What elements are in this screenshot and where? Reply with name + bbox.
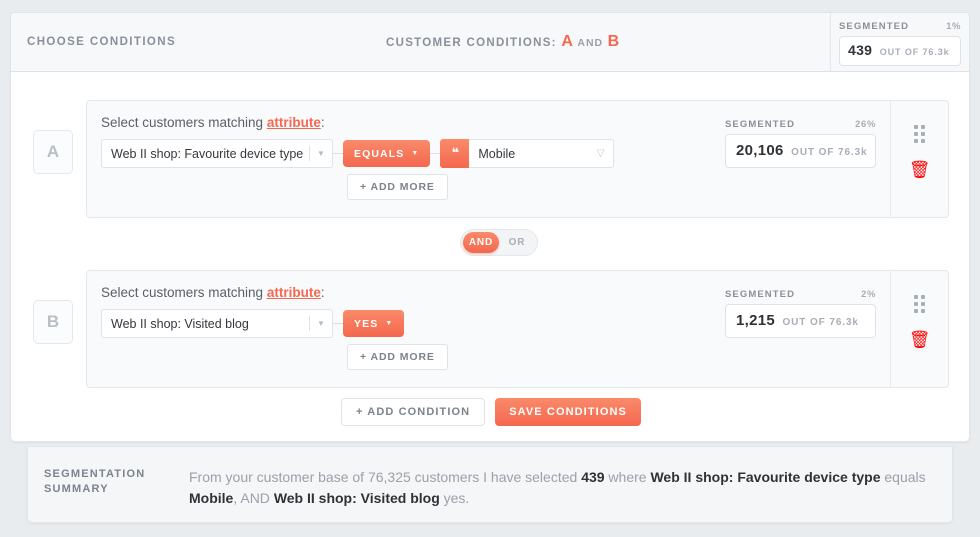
header-segmented-percent: 1% [946,21,961,32]
condition-b-segmented-count: 1,215 [736,312,776,329]
condition-a-segmented-label: SEGMENTED [725,119,796,130]
connector-line-a2 [430,153,441,154]
condition-a-segmented-outof: OUT OF 76.3k [791,147,868,158]
chevron-down-icon: ▼ [385,320,394,327]
attribute-select-a[interactable]: Web II shop: Favourite device type ▼ [101,139,333,168]
chevron-down-icon: ▼ [317,149,325,158]
summary-attribute-2: Web II shop: Visited blog [273,490,440,506]
condition-controls-b: Web II shop: Visited blog ▼ YES ▼ [101,309,725,338]
condition-b-segmented-label: SEGMENTED [725,289,796,300]
logic-toggle-or[interactable]: OR [499,232,535,253]
summary-title-line1: SEGMENTATION [44,468,146,480]
condition-controls-a: Web II shop: Favourite device type ▼ EQU… [101,139,725,168]
condition-b-segmented-value-box: 1,215 OUT OF 76.3k [725,304,876,338]
trash-icon[interactable]: 🗑 [909,161,931,178]
condition-b-segmented-percent: 2% [861,289,876,300]
condition-a-segmented-percent: 26% [855,119,876,130]
header-segmented-outof: OUT OF 76.3k [879,47,950,57]
condition-tools-a: 🗑 [890,101,948,217]
header-segmented-badge: SEGMENTED 1% 439 OUT OF 76.3k [839,21,961,66]
operator-button-b[interactable]: YES ▼ [343,310,405,337]
segmentation-summary-panel: SEGMENTATION SUMMARY From your customer … [27,446,953,523]
header-segmented-count: 439 [848,42,873,58]
condition-segmented-badge-b: SEGMENTED 2% 1,215 OUT OF 76.3k [725,271,890,387]
attribute-select-b-value: Web II shop: Visited blog [111,316,249,331]
chevron-down-icon: ▼ [411,150,420,157]
condition-a-segmented-head: SEGMENTED 26% [725,119,876,130]
summary-title-line2: SUMMARY [44,483,109,495]
segmentation-summary-title: SEGMENTATION SUMMARY [44,467,189,522]
header-segmented-head: SEGMENTED 1% [839,21,961,32]
customer-condition-a-letter: A [561,33,573,50]
condition-card-b: Select customers matching attribute: Web… [86,270,949,388]
add-more-button-b[interactable]: + ADD MORE [347,344,448,370]
condition-b-segmented-head: SEGMENTED 2% [725,289,876,300]
attribute-link-a[interactable]: attribute [267,115,321,130]
segmentation-summary-text: From your customer base of 76,325 custom… [189,467,936,522]
summary-part5: yes. [439,490,470,506]
conditions-main-panel: A Select customers matching attribute: W… [10,72,970,442]
customer-condition-b-letter: B [607,33,620,50]
logic-operator-toggle[interactable]: AND OR [460,229,538,256]
connector-line-a1 [333,153,343,154]
condition-card-b-body: Select customers matching attribute: Web… [87,271,725,387]
summary-selected-count: 439 [581,469,605,485]
condition-letter-badge-b: B [33,300,73,344]
operator-button-a-label: EQUALS [354,147,405,160]
header-segmented-label: SEGMENTED [839,21,910,32]
summary-part3: equals [880,469,926,485]
match-label-b: Select customers matching attribute: [101,285,725,300]
drag-handle-icon[interactable] [914,125,925,143]
summary-part1: From your customer base of 76,325 custom… [189,469,582,485]
condition-letter-badge-a: A [33,130,73,174]
add-condition-button[interactable]: + ADD CONDITION [341,398,486,426]
customer-conditions-summary: CUSTOMER CONDITIONS: A AND B [386,33,619,51]
drag-handle-icon[interactable] [914,295,925,313]
value-select-a[interactable]: Mobile ▽ [469,139,615,168]
condition-row: A Select customers matching attribute: W… [33,100,949,218]
choose-conditions-title: CHOOSE CONDITIONS [27,36,177,48]
header-divider [830,13,831,73]
match-prefix-b: Select customers matching [101,285,264,300]
value-select-a-value: Mobile [478,146,516,161]
condition-segmented-badge-a: SEGMENTED 26% 20,106 OUT OF 76.3k [725,101,890,217]
attribute-select-a-value: Web II shop: Favourite device type [111,146,304,161]
quote-icon: ❝ [440,139,470,168]
header-segmented-value-box: 439 OUT OF 76.3k [839,36,961,66]
customer-conditions-and-word: AND [577,37,604,49]
match-suffix-a: : [320,115,325,130]
attribute-link-b[interactable]: attribute [267,285,321,300]
match-suffix-b: : [320,285,325,300]
condition-b-segmented-outof: OUT OF 76.3k [782,317,859,328]
logic-toggle-and[interactable]: AND [463,232,499,253]
condition-card-a: Select customers matching attribute: Web… [86,100,949,218]
condition-card-a-body: Select customers matching attribute: Web… [87,101,725,217]
summary-attribute-1: Web II shop: Favourite device type [650,469,881,485]
segmentation-builder-page: CHOOSE CONDITIONS CUSTOMER CONDITIONS: A… [0,0,980,537]
trash-icon[interactable]: 🗑 [909,331,931,348]
attribute-select-b[interactable]: Web II shop: Visited blog ▼ [101,309,333,338]
bottom-actions: + ADD CONDITION SAVE CONDITIONS [11,398,971,426]
chevron-down-icon: ▽ [596,148,605,159]
condition-row: B Select customers matching attribute: W… [33,270,949,388]
match-label-a: Select customers matching attribute: [101,115,725,130]
save-conditions-button[interactable]: SAVE CONDITIONS [495,398,641,426]
customer-conditions-label: CUSTOMER CONDITIONS: [386,37,557,49]
conditions-header-bar: CHOOSE CONDITIONS CUSTOMER CONDITIONS: A… [10,12,970,73]
condition-a-segmented-count: 20,106 [736,142,784,159]
operator-button-a[interactable]: EQUALS ▼ [343,140,431,167]
add-more-button-a[interactable]: + ADD MORE [347,174,448,200]
operator-button-b-label: YES [354,317,379,330]
connector-line-b1 [333,323,343,324]
match-prefix-a: Select customers matching [101,115,264,130]
value-input-group-a: ❝ Mobile ▽ [440,139,615,168]
summary-value-1: Mobile [189,490,234,506]
condition-a-segmented-value-box: 20,106 OUT OF 76.3k [725,134,876,168]
chevron-down-icon: ▼ [317,319,325,328]
summary-part2: where [604,469,651,485]
summary-part4: , AND [233,490,274,506]
condition-tools-b: 🗑 [890,271,948,387]
